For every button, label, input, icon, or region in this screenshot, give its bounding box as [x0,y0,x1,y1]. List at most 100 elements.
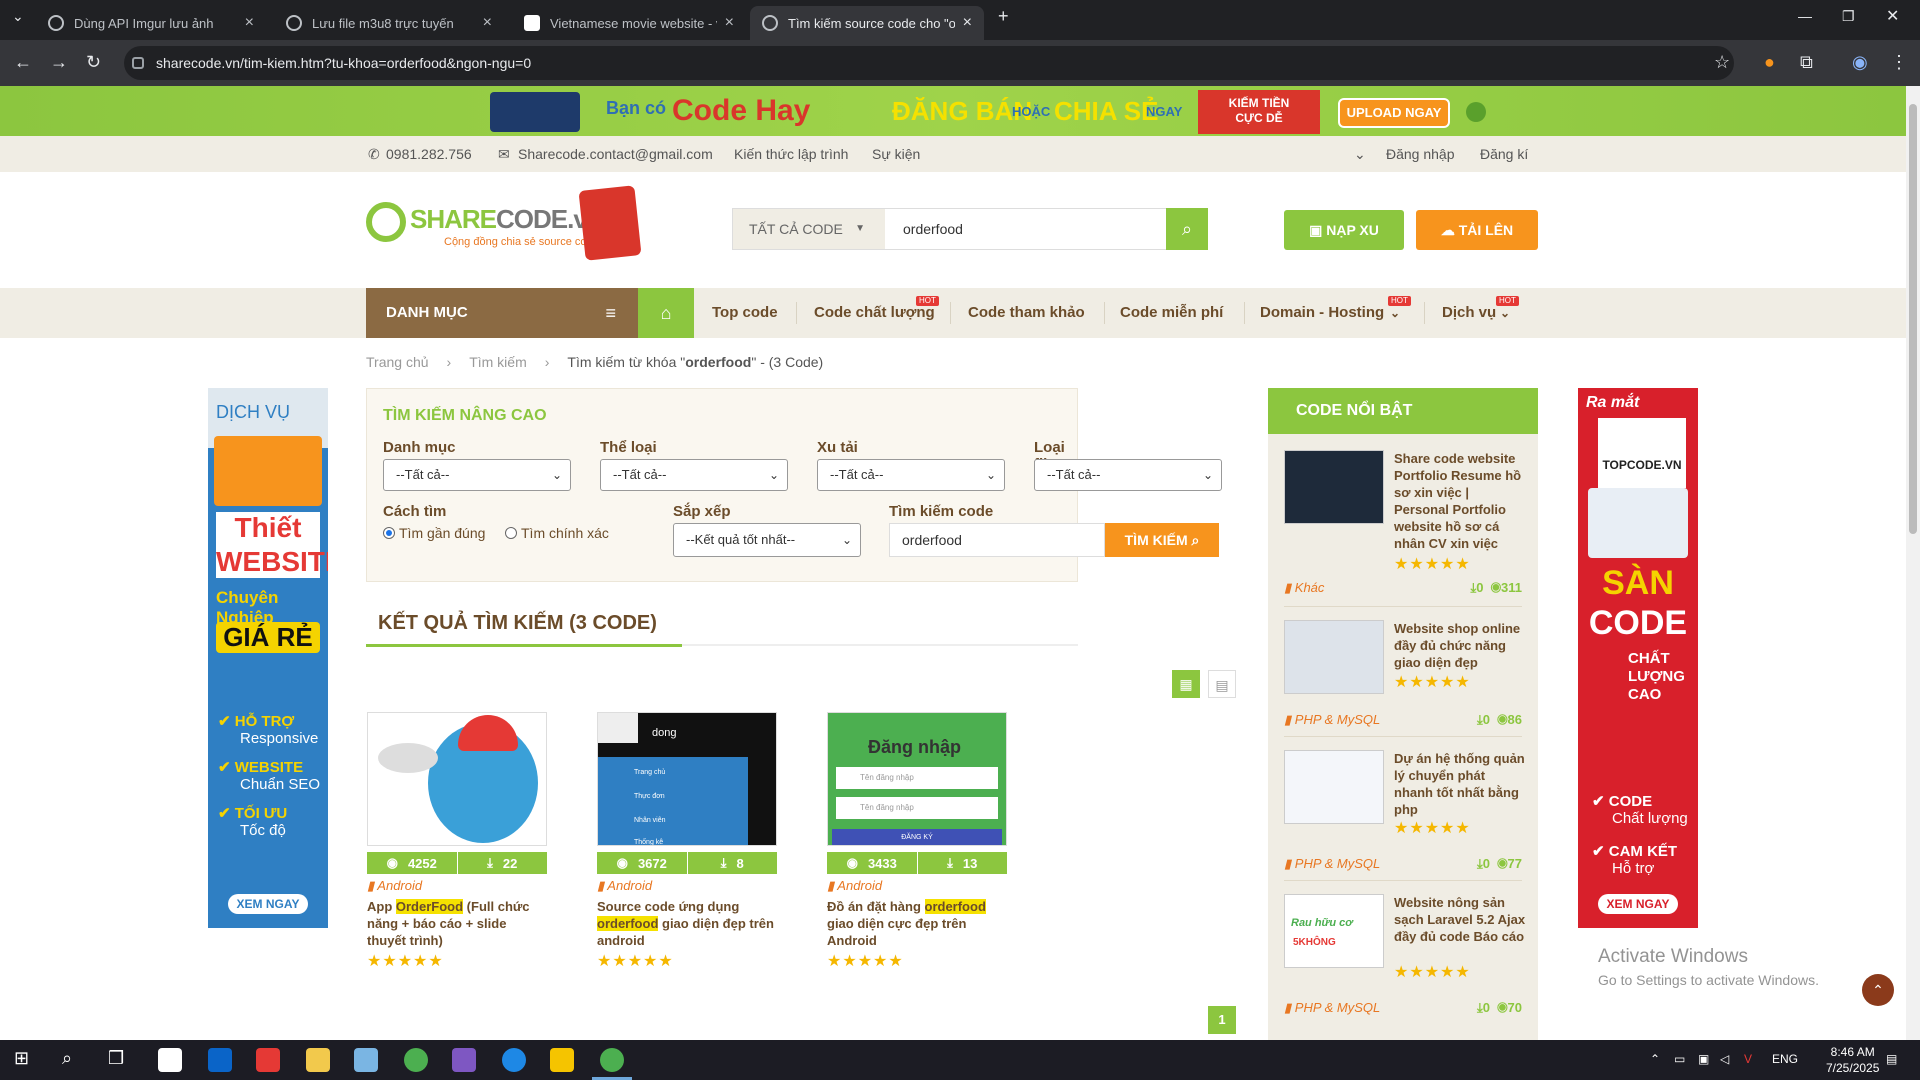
tim-kiem-button[interactable]: TÌM KIẾM ⌕ [1105,523,1219,557]
browser-tab[interactable]: Dùng API Imgur lưu ảnh × [36,6,266,40]
tray-chevron-icon[interactable]: ⌃ [1650,1052,1660,1066]
keyword-input[interactable]: orderfood [889,523,1105,557]
lock-icon[interactable]: ▣ [1698,1052,1709,1066]
browser-tab[interactable]: Vietnamese movie website - v0 × [512,6,746,40]
top-banner[interactable]: Bạn có Code Hay ĐĂNG BÁN HOẶC CHIA SẺ NG… [0,86,1906,136]
extensions-puzzle-icon[interactable]: ⧉ [1800,52,1813,73]
scroll-to-top-button[interactable]: ⌃ [1862,974,1894,1006]
app-network-icon[interactable] [354,1048,378,1072]
menu-domain-hosting[interactable]: Domain - Hosting [1260,288,1384,338]
volume-icon[interactable]: ◁ [1720,1052,1729,1066]
ad-cta-button[interactable]: XEM NGAY [1598,894,1678,914]
chevron-down-icon[interactable]: ⌄ [1354,146,1366,163]
notion-icon[interactable] [158,1048,182,1072]
tab-search-icon[interactable]: ⌄ [12,8,24,25]
result-card[interactable]: ◉ 4252 ⤓ 22 ▮ Android App OrderFood (Full … [367,712,547,971]
new-tab-button[interactable]: + [998,6,1009,27]
home-button[interactable]: ⌂ [638,288,694,338]
result-thumbnail[interactable] [367,712,547,846]
profile-avatar-icon[interactable]: ◉ [1852,52,1868,73]
radio-tim-chinh-xac[interactable]: Tìm chính xác [505,525,609,541]
notifications-icon[interactable]: ▤ [1886,1052,1897,1066]
close-icon[interactable]: × [963,14,972,32]
link-su-kien[interactable]: Sự kiện [872,146,920,162]
the-loai-select[interactable]: --Tất cả-- ⌄ [600,459,788,491]
result-title[interactable]: Source code ứng dụng orderfood giao diện… [597,898,777,949]
result-title[interactable]: Đồ án đặt hàng orderfood giao diện cực đ… [827,898,1007,949]
url-field[interactable]: sharecode.vn/tim-kiem.htm?tu-khoa=orderf… [124,46,1734,80]
featured-thumbnail[interactable] [1284,750,1384,824]
restore-icon[interactable]: ❐ [1842,8,1855,25]
result-card[interactable]: Đăng nhập Tên đăng nhập Tên đăng nhập ĐĂ… [827,712,1007,971]
search-category-select[interactable]: TẤT CẢ CODE ▼ [733,209,885,249]
network-icon[interactable]: ▭ [1674,1052,1685,1066]
featured-item-title[interactable]: Share code website Portfolio Resume hồ s… [1394,450,1526,552]
close-icon[interactable]: × [245,14,254,32]
menu-top-code[interactable]: Top code [712,288,778,338]
app-v-icon[interactable]: V [1744,1052,1752,1066]
right-ad-banner[interactable]: Ra mắt TOPCODE.VN SÀN CODE CHẤT LƯỢNG CA… [1578,388,1698,928]
featured-item[interactable]: Dự án hệ thống quản lý chuyển phát nhanh… [1284,750,1525,850]
windows-start-icon[interactable]: ⊞ [14,1048,38,1072]
bookmark-star-icon[interactable]: ☆ [1714,52,1730,73]
result-category[interactable]: ▮ Android [367,878,547,894]
result-thumbnail[interactable]: dong Trang chủ Thực đơn Nhân viên Thống … [597,712,777,846]
outlook-icon[interactable] [208,1048,232,1072]
breadcrumb-home[interactable]: Trang chủ [366,354,429,370]
upload-now-button[interactable]: UPLOAD NGAY [1338,98,1450,128]
browser-tab-active[interactable]: Tìm kiếm source code cho "ord × [750,6,984,40]
chrome-icon[interactable] [600,1048,624,1072]
featured-item-title[interactable]: Website nông sản sạch Laravel 5.2 Ajax đ… [1394,894,1526,945]
pagination-page-1[interactable]: 1 [1208,1006,1236,1034]
site-logo[interactable]: SHARECODE.vn Cộng đồng chia sẻ source co… [366,185,642,261]
scrollbar-thumb[interactable] [1909,104,1917,534]
menu-code-mien-phi[interactable]: Code miễn phí [1120,288,1223,338]
visual-studio-icon[interactable] [452,1048,476,1072]
featured-item[interactable]: Website shop online đầy đủ chức năng gia… [1284,620,1522,720]
featured-item[interactable]: Share code website Portfolio Resume hồ s… [1284,450,1522,573]
result-card[interactable]: dong Trang chủ Thực đơn Nhân viên Thống … [597,712,777,971]
danh-muc-select[interactable]: --Tất cả-- ⌄ [383,459,571,491]
result-thumbnail[interactable]: Đăng nhập Tên đăng nhập Tên đăng nhập ĐĂ… [827,712,1007,846]
featured-item-title[interactable]: Dự án hệ thống quản lý chuyển phát nhanh… [1394,750,1526,818]
ad-cta-button[interactable]: XEM NGAY [228,894,308,914]
task-view-icon[interactable]: ❒ [108,1048,132,1072]
left-ad-banner[interactable]: DỊCH VỤ Thiết Kế WEBSITE Chuyên Nghiệp G… [208,388,328,928]
search-button[interactable]: ⌕ [1166,208,1208,250]
xu-tai-select[interactable]: --Tất cả-- ⌄ [817,459,1005,491]
search-input[interactable] [885,209,1167,249]
close-icon[interactable]: × [483,14,492,32]
link-kien-thuc[interactable]: Kiến thức lập trình [734,146,848,162]
app-chat-icon[interactable] [502,1048,526,1072]
app-red-icon[interactable] [256,1048,280,1072]
language-indicator[interactable]: ENG [1772,1052,1798,1066]
featured-item[interactable]: Rau hữu cơ 5KHÔNG Website nông sản sạch … [1284,894,1525,994]
chrome-icon[interactable] [404,1048,428,1072]
breadcrumb-search[interactable]: Tìm kiếm [469,354,527,370]
app-lock-icon[interactable] [550,1048,574,1072]
login-link[interactable]: Đăng nhập [1386,146,1455,162]
result-category[interactable]: ▮ Android [827,878,1007,894]
category-menu-button[interactable]: DANH MỤC ≡ [366,288,638,338]
minimize-icon[interactable]: — [1798,8,1812,24]
clock[interactable]: 8:46 AM 7/25/2025 [1826,1044,1879,1076]
extension-icon[interactable]: ● [1764,52,1775,73]
featured-thumbnail[interactable]: Rau hữu cơ 5KHÔNG [1284,894,1384,968]
file-explorer-icon[interactable] [306,1048,330,1072]
featured-thumbnail[interactable] [1284,450,1384,524]
radio-tim-gan-dung[interactable]: Tìm gần đúng [383,525,485,541]
forward-icon[interactable]: → [50,52,68,73]
page-scrollbar[interactable] [1906,86,1920,1040]
more-menu-icon[interactable]: ⋮ [1890,52,1908,73]
browser-tab[interactable]: Lưu file m3u8 trực tuyến × [274,6,504,40]
phone-number[interactable]: 0981.282.756 [386,146,472,162]
result-category[interactable]: ▮ Android [597,878,777,894]
featured-item-title[interactable]: Website shop online đầy đủ chức năng gia… [1394,620,1526,671]
featured-thumbnail[interactable] [1284,620,1384,694]
reload-icon[interactable]: ↻ [86,52,101,73]
email-link[interactable]: Sharecode.contact@gmail.com [518,146,713,162]
back-icon[interactable]: ← [14,52,32,73]
list-view-button[interactable]: ▤ [1208,670,1236,698]
loai-file-select[interactable]: --Tất cả-- ⌄ [1034,459,1222,491]
tai-len-button[interactable]: ☁ TẢI LÊN [1416,210,1538,250]
